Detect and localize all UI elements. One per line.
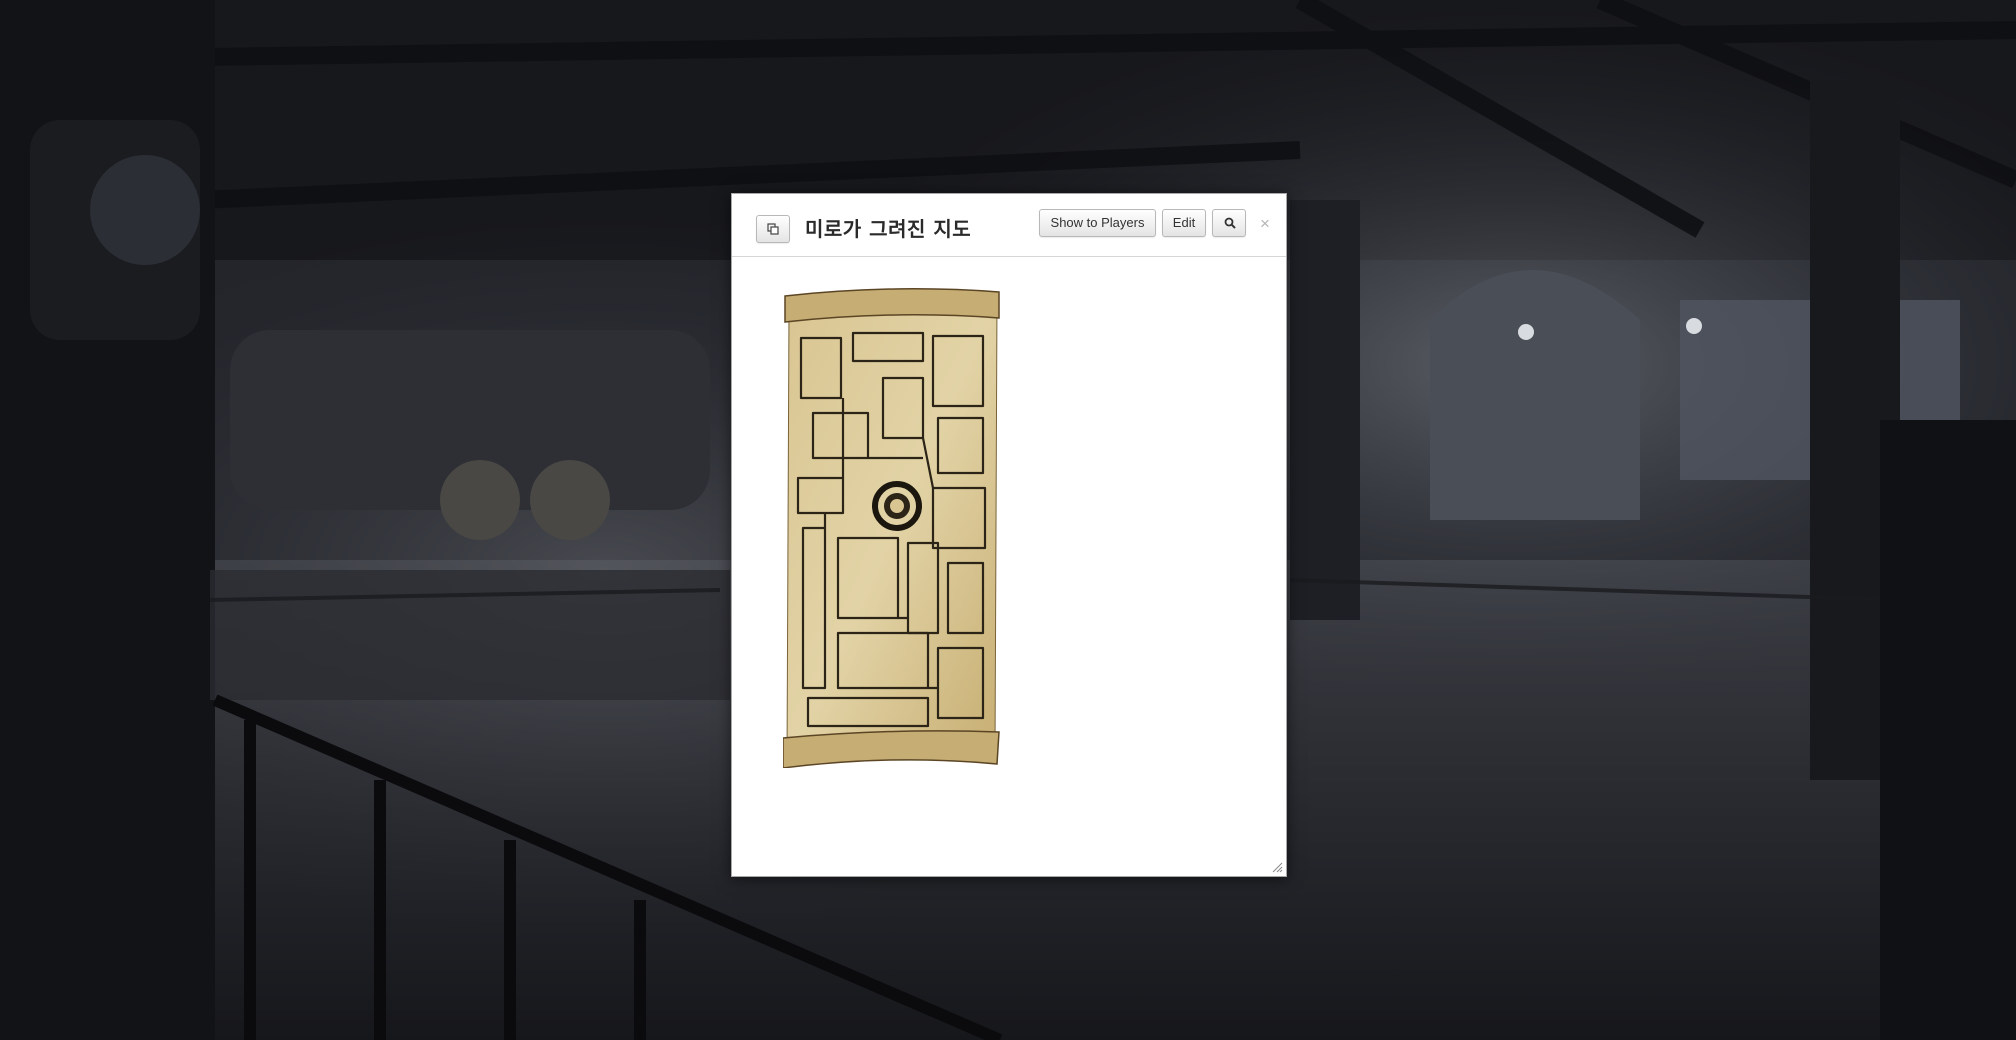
edit-button[interactable]: Edit (1162, 209, 1206, 237)
resize-grip-icon[interactable] (1271, 861, 1283, 873)
show-to-players-button[interactable]: Show to Players (1039, 209, 1156, 237)
zoom-button[interactable] (1212, 209, 1246, 237)
popout-icon (767, 223, 779, 235)
dialog-title: 미로가 그려진 지도 (805, 217, 972, 241)
handout-dialog: 미로가 그려진 지도 Show to Players Edit × (731, 193, 1287, 877)
popout-button[interactable] (756, 215, 790, 243)
close-button[interactable]: × (1258, 215, 1272, 232)
maze-map-image (783, 288, 1000, 768)
magnifier-icon (1224, 217, 1236, 229)
dialog-content (732, 257, 1286, 876)
dialog-titlebar[interactable]: 미로가 그려진 지도 Show to Players Edit × (732, 194, 1286, 257)
